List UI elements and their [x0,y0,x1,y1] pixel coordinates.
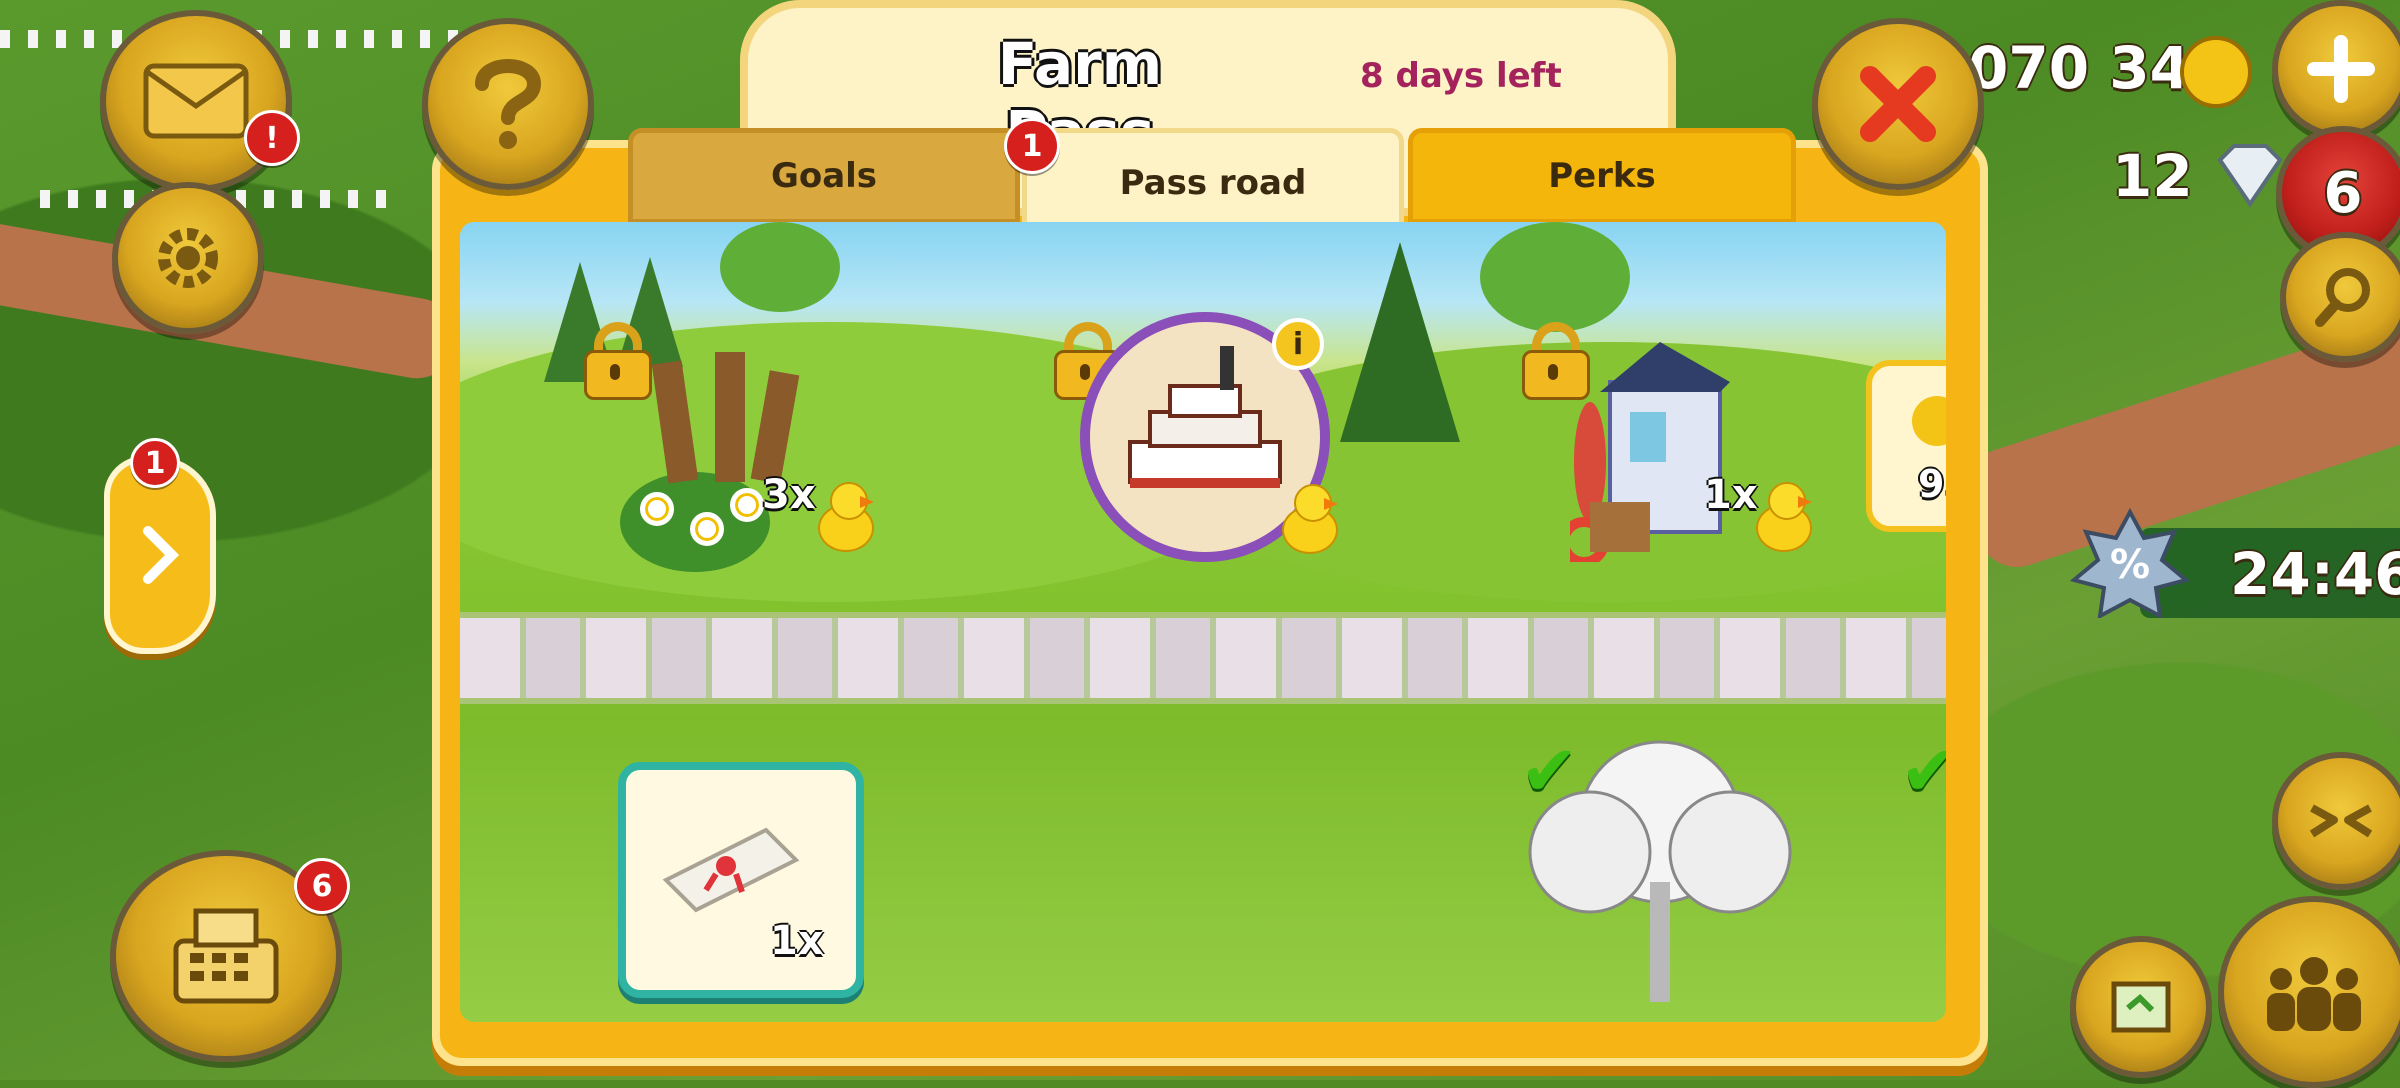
tab-perks-label: Perks [1548,156,1656,196]
surf-shop-reward[interactable] [1559,322,1730,567]
map-icon [2111,981,2171,1033]
chick-mascot [812,482,874,552]
pine-tree-large [1340,242,1460,442]
days-left-label: 8 days left [1360,56,1562,96]
mail-icon [143,63,249,139]
magnify-icon [2315,268,2370,327]
register-badge: 6 [294,858,350,914]
tag-icon: % [2070,508,2190,618]
chick-mascot [1750,482,1812,552]
pass-road-badge: 1 [1004,118,1060,174]
chevron-right-icon [143,526,180,584]
close-icon [1860,66,1936,142]
expand-button[interactable] [2272,752,2400,890]
expand-icon [2309,804,2373,838]
lock-icon [584,322,652,400]
friends-icon [2267,957,2361,1031]
scroll-quantity: 1x [770,918,824,964]
tab-goals-label: Goals [770,156,878,196]
cash-register-icon [173,908,279,1004]
stone-path [460,612,1946,704]
coin-reward-value: 95 [1918,462,1946,506]
red-counter-value: 6 [2323,160,2363,226]
info-icon[interactable]: i [1272,318,1324,370]
bee-pole [715,352,745,482]
scroll-reward-card[interactable]: 1x [618,762,864,998]
gear-icon [158,228,218,288]
bees-quantity: 3x [762,472,816,518]
mail-badge: ! [244,110,300,166]
coin-icon [2180,36,2252,108]
tab-pass-road-label: Pass road [1119,163,1307,203]
surf-shop-icon [1559,342,1730,567]
coin-reward-card[interactable]: 95 [1866,360,1946,532]
map-button[interactable] [2070,936,2212,1078]
bush-tree [720,222,840,312]
coin-icon [1912,396,1946,446]
diamonds-amount: 12 [2112,142,2193,210]
check-icon: ✔ [1900,730,1946,812]
white-tree-reward[interactable] [1510,732,1810,1002]
side-arrow-badge: 1 [130,438,180,488]
scroll-icon [662,827,800,913]
bees-reward[interactable] [620,472,770,572]
close-button[interactable] [1812,18,1984,190]
buy-coins-button[interactable] [2272,0,2400,138]
tab-perks[interactable]: Perks [1408,128,1796,224]
timer-text: 24:46 [2230,540,2400,608]
help-button[interactable] [422,18,594,190]
svg-text:%: % [2110,542,2150,588]
help-icon [475,59,542,149]
bush-tree [1480,222,1630,332]
friends-button[interactable] [2218,896,2400,1088]
plus-icon [2307,35,2375,103]
tab-goals[interactable]: Goals [628,128,1020,224]
settings-button[interactable] [112,182,264,334]
chick-mascot [1276,484,1338,554]
white-tree-icon [1528,740,1792,1002]
search-button[interactable] [2280,232,2400,362]
